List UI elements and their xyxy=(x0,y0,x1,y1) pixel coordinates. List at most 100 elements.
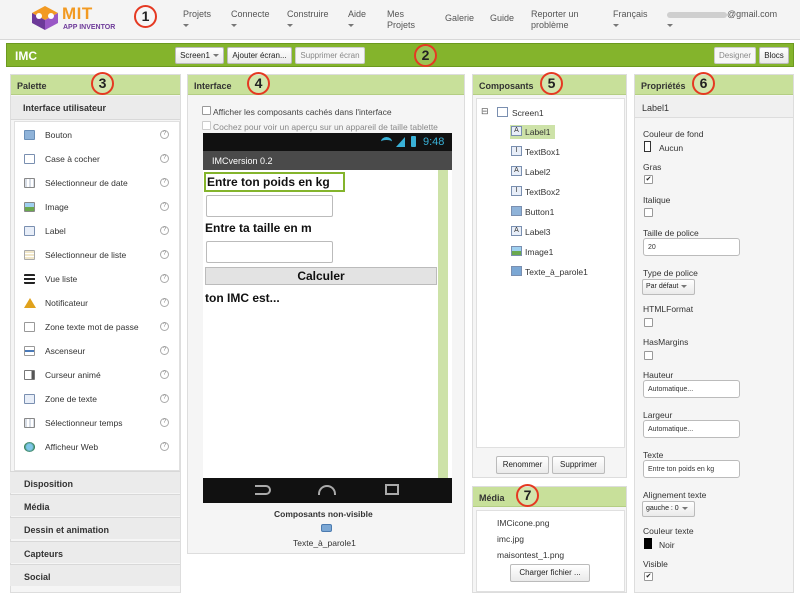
menu-connecte[interactable]: Connecte xyxy=(231,9,270,31)
textbox1-preview[interactable] xyxy=(206,195,333,217)
help-icon[interactable]: ? xyxy=(160,226,169,235)
help-icon[interactable]: ? xyxy=(160,202,169,211)
help-icon[interactable]: ? xyxy=(160,370,169,379)
help-icon[interactable]: ? xyxy=(160,346,169,355)
font-type-select[interactable]: Par défaut xyxy=(642,279,695,295)
label1-preview[interactable]: Entre ton poids en kg xyxy=(204,172,345,192)
screen-scrollbar[interactable] xyxy=(438,170,448,478)
show-hidden-checkbox[interactable] xyxy=(202,106,211,115)
help-icon[interactable]: ? xyxy=(160,394,169,403)
palette-item-textbox[interactable]: Zone de texte? xyxy=(15,388,181,412)
palette-section-header[interactable]: Interface utilisateur xyxy=(11,96,180,120)
link-galerie[interactable]: Galerie xyxy=(445,13,474,24)
account-menu[interactable]: @gmail.com xyxy=(667,9,777,31)
category-capteurs[interactable]: Capteurs xyxy=(10,541,180,563)
tree-item-button1[interactable]: Button1 xyxy=(510,206,554,217)
palette-item-web-viewer[interactable]: Afficheur Web? xyxy=(15,436,181,460)
media-file[interactable]: IMCicone.png xyxy=(497,518,549,528)
palette-item-slider[interactable]: Ascenseur? xyxy=(15,340,181,364)
visible-checkbox[interactable]: ✔ xyxy=(644,572,653,581)
width-input[interactable]: Automatique... xyxy=(643,420,740,438)
text-color-swatch[interactable] xyxy=(644,538,652,549)
italic-checkbox[interactable] xyxy=(644,208,653,217)
media-file[interactable]: maisontest_1.png xyxy=(497,550,564,560)
palette-item-image[interactable]: Image? xyxy=(15,196,181,220)
help-icon[interactable]: ? xyxy=(160,322,169,331)
palette-item-time-picker[interactable]: Sélectionneur temps? xyxy=(15,412,181,436)
upload-file-button[interactable]: Charger fichier ... xyxy=(510,564,590,582)
recent-apps-icon[interactable] xyxy=(385,484,399,495)
remove-screen-button[interactable]: Supprimer écran xyxy=(295,47,365,64)
tree-item-texte-a-parole1[interactable]: Texte_à_parole1 xyxy=(510,266,588,277)
help-icon[interactable]: ? xyxy=(160,418,169,427)
palette-item-label: Curseur animé xyxy=(45,370,101,380)
tree-item-textbox1[interactable]: I TextBox1 xyxy=(510,146,560,157)
link-reporter-probleme[interactable]: Reporter un problème xyxy=(531,9,589,31)
blocks-button[interactable]: Blocs xyxy=(759,47,789,64)
tree-item-label1[interactable]: A Label1 xyxy=(510,125,555,139)
help-icon[interactable]: ? xyxy=(160,442,169,451)
nonvisible-item[interactable]: Texte_à_parole1 xyxy=(293,538,356,548)
category-social[interactable]: Social xyxy=(10,564,180,586)
screen-select[interactable]: Screen1 xyxy=(175,47,224,64)
text-input[interactable]: Entre ton poids en kg xyxy=(643,460,740,478)
menu-aide[interactable]: Aide xyxy=(348,9,366,31)
category-media[interactable]: Média xyxy=(10,494,180,516)
text-align-select[interactable]: gauche : 0 xyxy=(642,501,695,517)
height-input[interactable]: Automatique... xyxy=(643,380,740,398)
collapse-icon[interactable]: ⊟ xyxy=(481,106,489,117)
tree-item-screen1[interactable]: Screen1 xyxy=(497,107,544,118)
palette-item-checkbox[interactable]: Case à cocher? xyxy=(15,148,181,172)
help-icon[interactable]: ? xyxy=(160,298,169,307)
html-format-checkbox[interactable] xyxy=(644,318,653,327)
back-icon[interactable] xyxy=(255,485,271,495)
add-screen-button[interactable]: Ajouter écran... xyxy=(227,47,292,64)
chevron-down-icon xyxy=(613,24,619,28)
tree-item-label2[interactable]: A Label2 xyxy=(510,166,551,177)
font-size-input[interactable]: 20 xyxy=(643,238,740,256)
help-icon[interactable]: ? xyxy=(160,250,169,259)
label3-preview[interactable]: ton IMC est... xyxy=(205,291,280,305)
button1-preview[interactable]: Calculer xyxy=(205,267,437,285)
home-icon[interactable] xyxy=(318,485,336,495)
bg-color-value[interactable]: Aucun xyxy=(659,143,683,153)
link-mes-projets[interactable]: Mes Projets xyxy=(387,9,423,31)
rename-button[interactable]: Renommer xyxy=(496,456,549,474)
app-inventor-logo[interactable]: MIT APP INVENTOR xyxy=(30,3,126,35)
palette-item-label: Zone de texte xyxy=(45,394,97,404)
palette-item-date-picker[interactable]: Sélectionneur de date? xyxy=(15,172,181,196)
font-size-label: Taille de police xyxy=(643,228,699,238)
delete-button[interactable]: Supprimer xyxy=(552,456,605,474)
media-file[interactable]: imc.jpg xyxy=(497,534,524,544)
help-icon[interactable]: ? xyxy=(160,178,169,187)
visible-label: Visible xyxy=(643,559,668,569)
label2-preview[interactable]: Entre ta taille en m xyxy=(205,221,312,235)
bg-color-swatch[interactable] xyxy=(644,141,651,152)
palette-item-spinner[interactable]: Curseur animé? xyxy=(15,364,181,388)
menu-construire[interactable]: Construire xyxy=(287,9,329,31)
tree-item-textbox2[interactable]: I TextBox2 xyxy=(510,186,560,197)
category-dessin-animation[interactable]: Dessin et animation xyxy=(10,517,180,539)
category-disposition[interactable]: Disposition xyxy=(10,471,180,493)
palette-item-button[interactable]: Bouton? xyxy=(15,124,181,148)
textbox2-preview[interactable] xyxy=(206,241,333,263)
tree-item-label3[interactable]: A Label3 xyxy=(510,226,551,237)
text-color-value[interactable]: Noir xyxy=(659,540,675,550)
menu-projets[interactable]: Projets xyxy=(183,9,211,31)
help-icon[interactable]: ? xyxy=(160,274,169,283)
tree-item-image1[interactable]: Image1 xyxy=(510,246,553,257)
language-menu[interactable]: Français xyxy=(613,9,648,31)
bold-label: Gras xyxy=(643,162,662,172)
palette-item-list-picker[interactable]: Sélectionneur de liste? xyxy=(15,244,181,268)
link-guide[interactable]: Guide xyxy=(490,13,514,24)
help-icon[interactable]: ? xyxy=(160,154,169,163)
palette-item-password[interactable]: Zone texte mot de passe? xyxy=(15,316,181,340)
bold-checkbox[interactable]: ✔ xyxy=(644,175,653,184)
help-icon[interactable]: ? xyxy=(160,130,169,139)
palette-item-list-view[interactable]: Vue liste? xyxy=(15,268,181,292)
palette-item-notifier[interactable]: Notificateur? xyxy=(15,292,181,316)
palette-item-label[interactable]: Label? xyxy=(15,220,181,244)
has-margins-checkbox[interactable] xyxy=(644,351,653,360)
designer-button[interactable]: Designer xyxy=(714,47,756,64)
tablet-preview-checkbox[interactable] xyxy=(202,121,211,130)
